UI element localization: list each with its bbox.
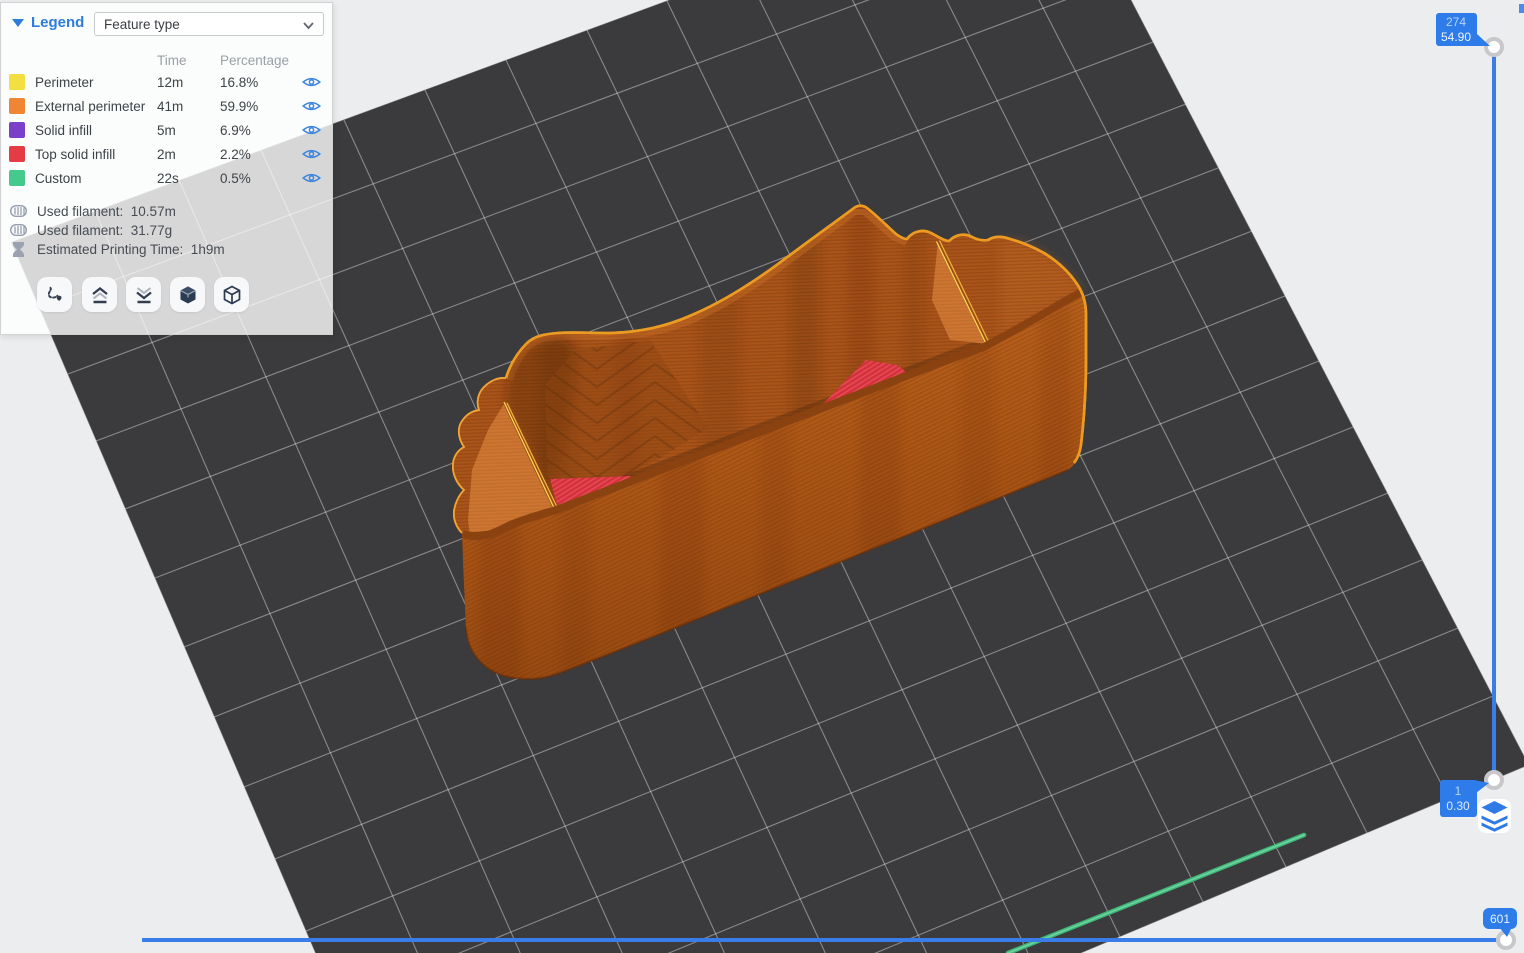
svg-text:601: 601 [1490, 912, 1510, 926]
svg-text:0.30: 0.30 [1446, 799, 1470, 813]
svg-text:1: 1 [1455, 784, 1462, 798]
svg-text:274: 274 [1446, 15, 1466, 29]
svg-text:54.90: 54.90 [1441, 30, 1471, 44]
